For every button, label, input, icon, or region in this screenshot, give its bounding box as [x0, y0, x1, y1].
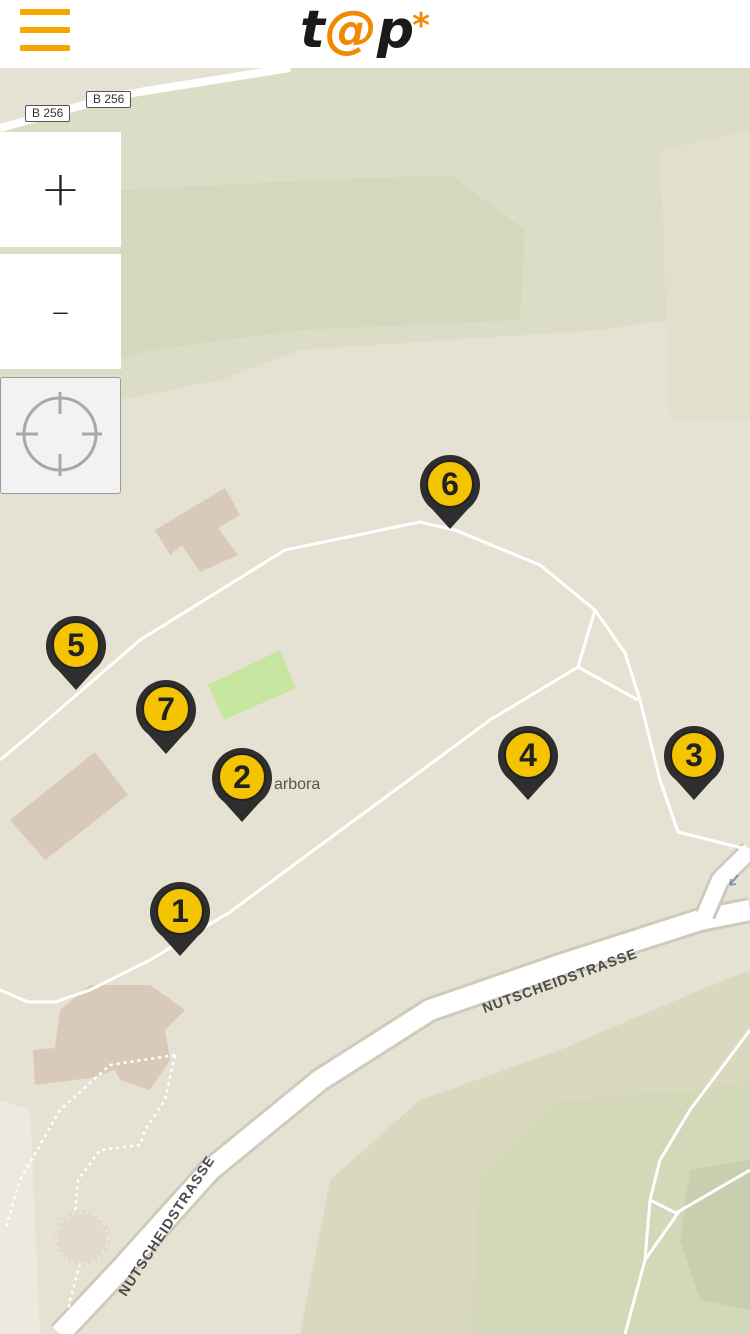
map-view[interactable]: B 256 B 256 arbora NUTSCHEIDSTRASSE NUTS…	[0, 68, 750, 1334]
logo-star: *	[412, 6, 430, 46]
app-header: t@p*	[0, 0, 750, 68]
road-shield-b256-left: B 256	[25, 105, 71, 122]
marker-label: 3	[685, 737, 703, 773]
place-label: arbora	[274, 776, 321, 793]
hamburger-menu-icon[interactable]	[20, 8, 72, 54]
logo-at: @	[324, 0, 377, 60]
map-marker-2[interactable]: 2	[208, 744, 276, 824]
map-marker-1[interactable]: 1	[146, 878, 214, 958]
marker-label: 2	[233, 759, 251, 795]
marker-label: 7	[157, 691, 175, 727]
road-shield-b256-right: B 256	[86, 91, 132, 108]
minus-icon: –	[51, 291, 70, 332]
locate-me-button[interactable]	[0, 377, 121, 494]
plus-icon: +	[40, 161, 81, 217]
map-marker-6[interactable]: 6	[416, 451, 484, 531]
marker-label: 1	[171, 893, 189, 929]
map-marker-7[interactable]: 7	[132, 676, 200, 756]
app-logo: t@p*	[300, 0, 460, 68]
marker-label: 4	[519, 737, 537, 773]
marker-label: 5	[67, 627, 85, 663]
zoom-in-button[interactable]: +	[0, 132, 121, 247]
crosshair-icon	[16, 392, 102, 476]
zoom-out-button[interactable]: –	[0, 254, 121, 369]
logo-p: p	[376, 0, 415, 60]
marker-label: 6	[441, 466, 459, 502]
logo-t: t	[300, 0, 325, 60]
map-marker-4[interactable]: 4	[494, 722, 562, 802]
map-marker-3[interactable]: 3	[660, 722, 728, 802]
map-marker-5[interactable]: 5	[42, 612, 110, 692]
